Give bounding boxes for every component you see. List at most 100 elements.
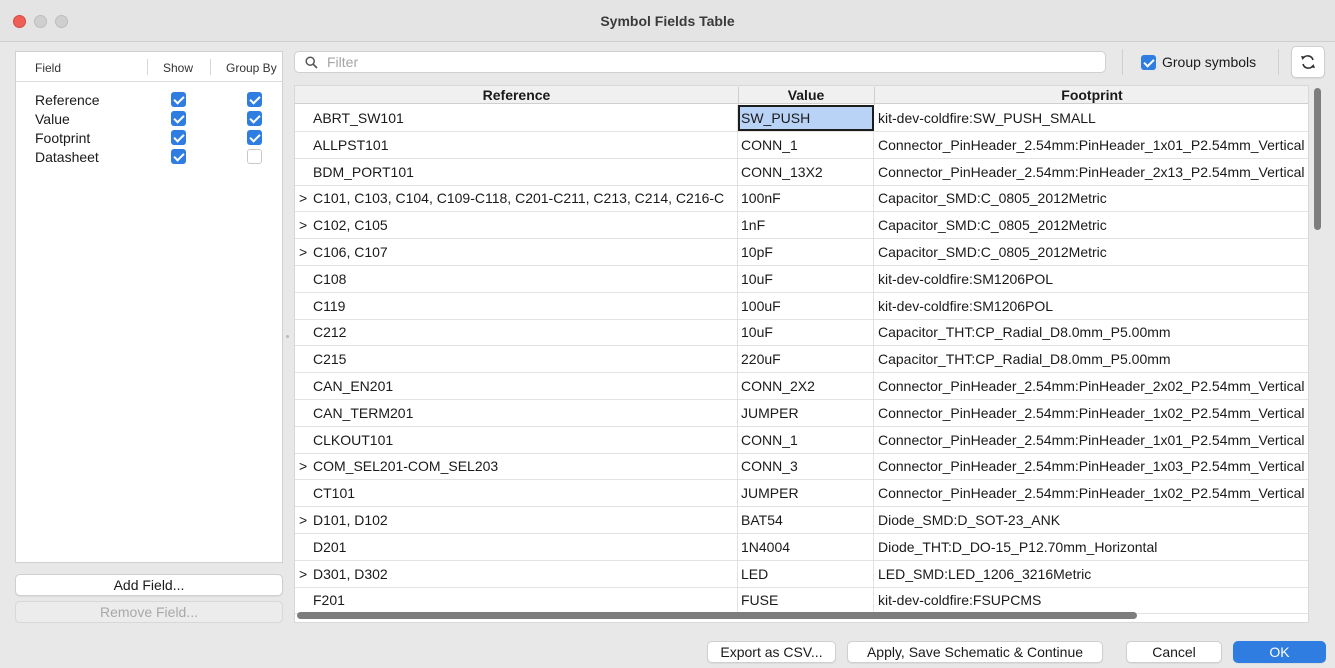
footprint-cell[interactable]: Capacitor_THT:CP_Radial_D8.0mm_P5.00mm (874, 346, 1308, 372)
value-cell[interactable]: CONN_1 (738, 426, 874, 453)
value-cell[interactable]: JUMPER (738, 399, 874, 426)
value-cell[interactable]: BAT54 (738, 507, 874, 533)
horizontal-scroll-thumb[interactable] (297, 612, 1137, 619)
group-by-checkbox[interactable] (247, 92, 262, 107)
group-by-checkbox[interactable] (247, 149, 262, 164)
value-cell[interactable]: JUMPER (738, 480, 874, 507)
footprint-cell[interactable]: Connector_PinHeader_2.54mm:PinHeader_1x0… (874, 132, 1308, 158)
value-cell[interactable]: 10uF (738, 265, 874, 292)
reference-cell[interactable]: > COM_SEL201-COM_SEL203 (295, 453, 738, 480)
reference-cell[interactable]: CAN_TERM201 (295, 399, 738, 426)
footprint-cell[interactable]: Connector_PinHeader_2.54mm:PinHeader_2x0… (874, 373, 1308, 399)
reference-cell[interactable]: C215 (295, 346, 738, 373)
refresh-button[interactable] (1291, 46, 1325, 78)
reference-cell[interactable]: > D101, D102 (295, 507, 738, 533)
footprint-cell[interactable]: kit-dev-coldfire:SW_PUSH_SMALL (874, 105, 1308, 131)
footprint-cell[interactable]: Diode_THT:D_DO-15_P12.70mm_Horizontal (874, 534, 1308, 560)
table-row[interactable]: ALLPST101 CONN_1 Connector_PinHeader_2.54m… (295, 131, 1308, 159)
reference-cell[interactable]: > C101, C103, C104, C109-C118, C201-C211,… (295, 185, 738, 212)
reference-cell[interactable]: C119 (295, 292, 738, 319)
show-checkbox[interactable] (171, 130, 186, 145)
footprint-column-header[interactable]: Footprint (874, 87, 1308, 103)
reference-cell[interactable]: F201 (295, 587, 738, 614)
reference-cell[interactable]: > C102, C105 (295, 212, 738, 239)
group-symbols-checkbox[interactable] (1141, 55, 1156, 70)
value-cell[interactable]: LED (738, 560, 874, 587)
table-row[interactable]: C215 220uF Capacitor_THT:CP_Radial_D8.0mm_… (295, 346, 1308, 374)
field-row[interactable]: Footprint (16, 128, 282, 147)
table-row[interactable]: C108 10uF kit-dev-coldfire:SM1206POL (295, 265, 1308, 293)
horizontal-scrollbar[interactable] (297, 611, 1307, 621)
export-csv-button[interactable]: Export as CSV... (707, 641, 836, 663)
footprint-cell[interactable]: Capacitor_SMD:C_0805_2012Metric (874, 239, 1308, 265)
filter-field[interactable] (294, 51, 1106, 73)
footprint-cell[interactable]: Connector_PinHeader_2.54mm:PinHeader_2x1… (874, 159, 1308, 185)
table-row[interactable]: > D101, D102 BAT54 Diode_SMD:D_SOT-23_ANK (295, 507, 1308, 534)
field-row[interactable]: Reference (16, 90, 282, 109)
table-row[interactable]: ABRT_SW101 SW_PUSH kit-dev-coldfire:SW_PUS… (295, 105, 1308, 132)
remove-field-button[interactable]: Remove Field... (15, 601, 283, 623)
reference-cell[interactable]: C212 (295, 319, 738, 346)
reference-cell[interactable]: CAN_EN201 (295, 373, 738, 399)
value-cell[interactable]: 100uF (738, 292, 874, 319)
value-cell[interactable]: 1nF (738, 212, 874, 239)
show-checkbox[interactable] (171, 92, 186, 107)
apply-save-continue-button[interactable]: Apply, Save Schematic & Continue (847, 641, 1103, 663)
footprint-cell[interactable]: Connector_PinHeader_2.54mm:PinHeader_1x0… (874, 480, 1308, 506)
value-cell[interactable]: 100nF (738, 185, 874, 212)
reference-cell[interactable]: > D301, D302 (295, 560, 738, 587)
value-cell[interactable]: 220uF (738, 346, 874, 373)
table-row[interactable]: > C106, C107 10pF Capacitor_SMD:C_0805_2012… (295, 239, 1308, 266)
value-cell[interactable]: FUSE (738, 587, 874, 614)
table-row[interactable]: CLKOUT101 CONN_1 Connector_PinHeader_2.54m… (295, 426, 1308, 454)
field-row[interactable]: Value (16, 109, 282, 128)
footprint-cell[interactable]: kit-dev-coldfire:FSUPCMS (874, 587, 1308, 613)
footprint-cell[interactable]: Connector_PinHeader_2.54mm:PinHeader_1x0… (874, 427, 1308, 453)
reference-cell[interactable]: ALLPST101 (295, 131, 738, 158)
value-cell[interactable]: 1N4004 (738, 533, 874, 560)
reference-cell[interactable]: CLKOUT101 (295, 426, 738, 453)
footprint-cell[interactable]: Capacitor_SMD:C_0805_2012Metric (874, 212, 1308, 238)
reference-cell[interactable]: ABRT_SW101 (295, 105, 738, 131)
table-row[interactable]: > C102, C105 1nF Capacitor_SMD:C_0805_2012M… (295, 212, 1308, 240)
group-by-column-header[interactable]: Group By (226, 61, 277, 75)
symbol-fields-grid[interactable]: Reference Value Footprint ABRT_SW101 SW_P… (294, 85, 1309, 623)
expand-toggle-icon[interactable]: > (299, 212, 313, 238)
value-column-header[interactable]: Value (738, 87, 874, 103)
panel-splitter-handle[interactable] (286, 335, 289, 338)
footprint-cell[interactable]: Diode_SMD:D_SOT-23_ANK (874, 507, 1308, 533)
reference-cell[interactable]: CT101 (295, 480, 738, 507)
table-row[interactable]: BDM_PORT101 CONN_13X2 Connector_PinHeader_… (295, 158, 1308, 186)
value-cell[interactable]: SW_PUSH (738, 105, 874, 131)
reference-cell[interactable]: > C106, C107 (295, 239, 738, 265)
value-cell[interactable]: 10uF (738, 319, 874, 346)
field-row[interactable]: Datasheet (16, 147, 282, 166)
group-by-checkbox[interactable] (247, 111, 262, 126)
reference-cell[interactable]: D201 (295, 533, 738, 560)
table-row[interactable]: CAN_EN201 CONN_2X2 Connector_PinHeader_2.5… (295, 373, 1308, 400)
ok-button[interactable]: OK (1233, 641, 1326, 663)
expand-toggle-icon[interactable]: > (299, 561, 313, 587)
show-checkbox[interactable] (171, 111, 186, 126)
reference-cell[interactable]: C108 (295, 265, 738, 292)
table-row[interactable]: D201 1N4004 Diode_THT:D_DO-15_P12.70mm_Hor… (295, 533, 1308, 561)
value-cell[interactable]: CONN_3 (738, 453, 874, 480)
cancel-button[interactable]: Cancel (1126, 641, 1222, 663)
expand-toggle-icon[interactable]: > (299, 453, 313, 479)
value-cell[interactable]: CONN_2X2 (738, 373, 874, 399)
footprint-cell[interactable]: kit-dev-coldfire:SM1206POL (874, 293, 1308, 319)
expand-toggle-icon[interactable]: > (299, 185, 313, 211)
reference-column-header[interactable]: Reference (295, 87, 738, 103)
value-cell[interactable]: 10pF (738, 239, 874, 265)
table-row[interactable]: CT101 JUMPER Connector_PinHeader_2.54mm:Pi… (295, 480, 1308, 508)
table-row[interactable]: > C101, C103, C104, C109-C118, C201-C211,… (295, 185, 1308, 213)
footprint-cell[interactable]: Connector_PinHeader_2.54mm:PinHeader_1x0… (874, 453, 1308, 479)
value-cell[interactable]: CONN_1 (738, 131, 874, 158)
group-by-checkbox[interactable] (247, 130, 262, 145)
footprint-cell[interactable]: LED_SMD:LED_1206_3216Metric (874, 561, 1308, 587)
vertical-scroll-thumb[interactable] (1314, 88, 1321, 230)
show-column-header[interactable]: Show (163, 61, 193, 75)
field-column-header[interactable]: Field (35, 61, 61, 75)
show-checkbox[interactable] (171, 149, 186, 164)
table-row[interactable]: > D301, D302 LED LED_SMD:LED_1206_3216Metri… (295, 560, 1308, 588)
